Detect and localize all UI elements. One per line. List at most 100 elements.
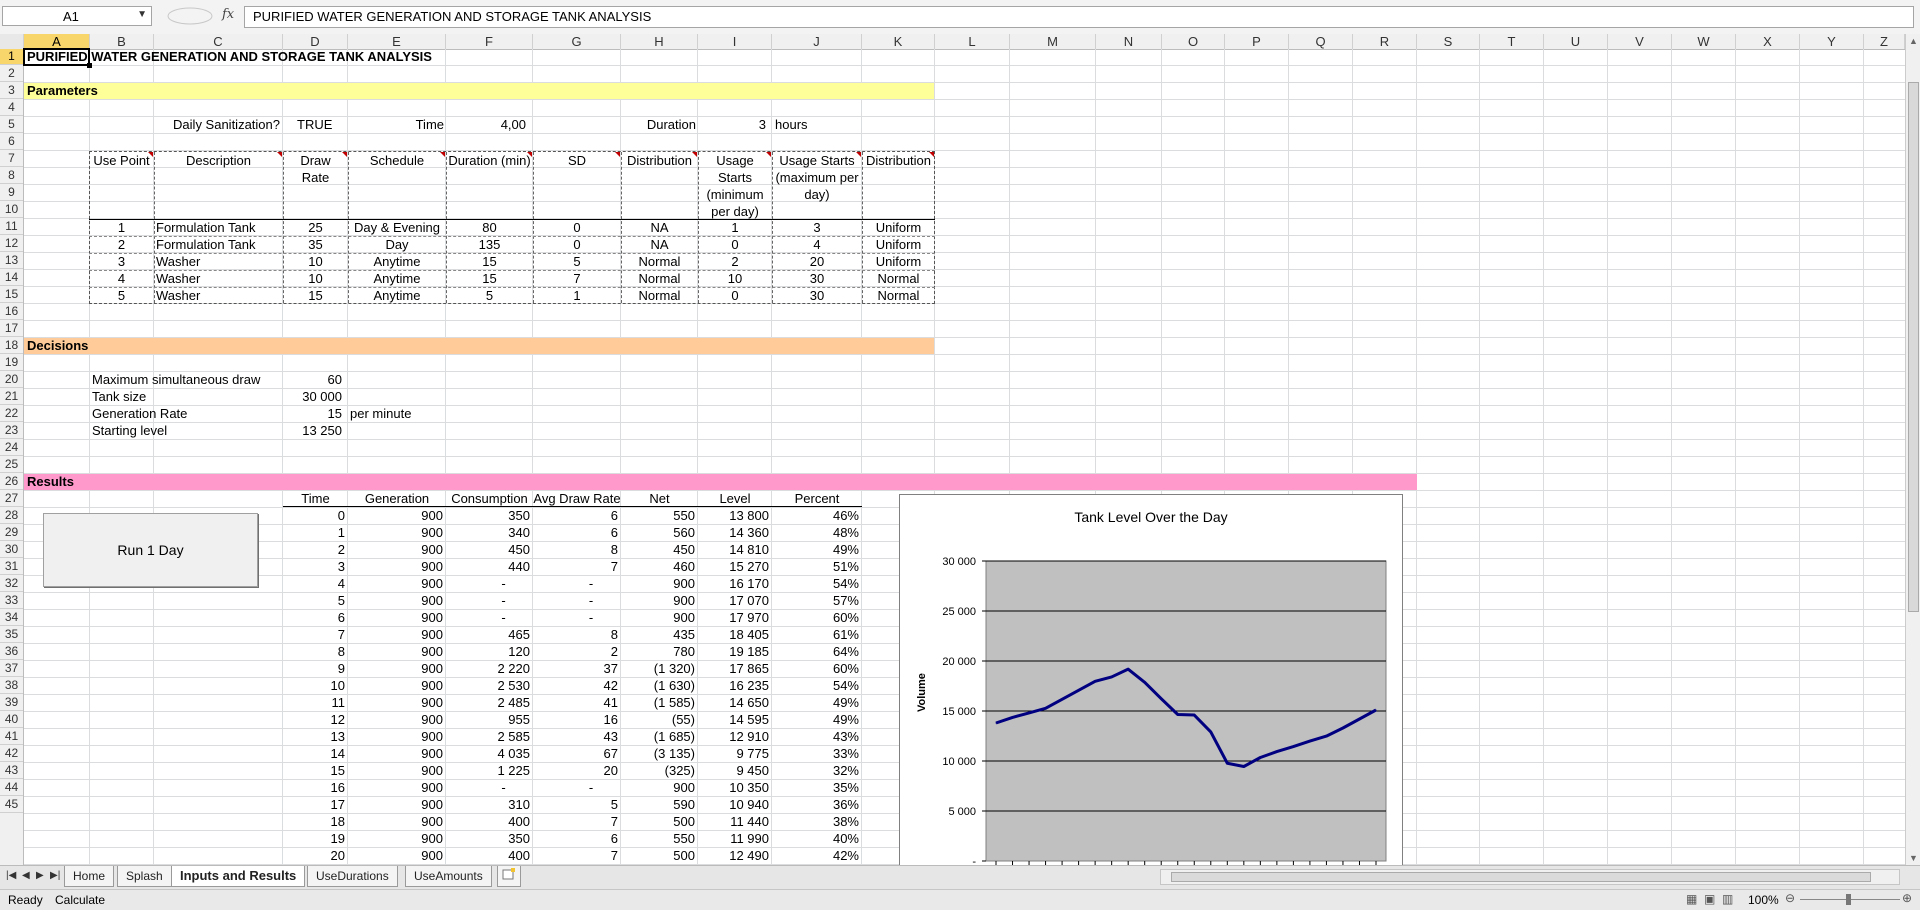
row-header-18[interactable]: 18 bbox=[0, 337, 23, 354]
table-cell-use-point[interactable]: 3 bbox=[89, 253, 154, 270]
results-cell-consumption[interactable]: - bbox=[446, 779, 533, 796]
table-cell-distribution2[interactable]: Normal bbox=[862, 287, 935, 304]
table-cell-usage-max[interactable]: 30 bbox=[772, 270, 862, 287]
col-header-c[interactable]: C bbox=[154, 34, 283, 49]
table-cell-distribution2[interactable]: Uniform bbox=[862, 253, 935, 270]
tab-useamounts[interactable]: UseAmounts bbox=[405, 866, 492, 887]
row-header-13[interactable]: 13 bbox=[0, 252, 23, 269]
col-header-s[interactable]: S bbox=[1417, 34, 1480, 49]
results-cell-avg-draw[interactable]: 41 bbox=[533, 694, 621, 711]
row-header-42[interactable]: 42 bbox=[0, 745, 23, 762]
results-cell-percent[interactable]: 54% bbox=[772, 575, 862, 592]
results-cell-level[interactable]: 12 910 bbox=[698, 728, 772, 745]
prev-sheet-icon[interactable]: ◀ bbox=[22, 870, 30, 881]
tank-level-chart[interactable]: Tank Level Over the Day -5 000 10 000 15 0… bbox=[899, 494, 1403, 876]
results-cell-level[interactable]: 14 650 bbox=[698, 694, 772, 711]
results-cell-level[interactable]: 12 490 bbox=[698, 847, 772, 864]
zoom-level[interactable]: 100% bbox=[1748, 893, 1779, 907]
horizontal-scroll-thumb[interactable] bbox=[1171, 872, 1871, 882]
results-cell-avg-draw[interactable]: 16 bbox=[533, 711, 621, 728]
comment-indicator-icon[interactable] bbox=[766, 152, 771, 157]
results-cell-time[interactable]: 5 bbox=[283, 592, 348, 609]
results-cell-time[interactable]: 1 bbox=[283, 524, 348, 541]
results-cell-consumption[interactable]: 120 bbox=[446, 643, 533, 660]
results-cell-level[interactable]: 19 185 bbox=[698, 643, 772, 660]
table-cell-description[interactable]: Formulation Tank bbox=[154, 236, 285, 253]
results-cell-generation[interactable]: 900 bbox=[348, 507, 446, 524]
results-cell-consumption[interactable]: - bbox=[446, 592, 533, 609]
table-cell-duration[interactable]: 15 bbox=[446, 253, 533, 270]
table-cell-draw-rate[interactable]: 15 bbox=[283, 287, 348, 304]
row-header-22[interactable]: 22 bbox=[0, 405, 23, 422]
results-cell-net[interactable]: 550 bbox=[621, 507, 698, 524]
results-cell-time[interactable]: 20 bbox=[283, 847, 348, 864]
row-header-34[interactable]: 34 bbox=[0, 609, 23, 626]
table-cell-description[interactable]: Formulation Tank bbox=[154, 219, 285, 236]
results-cell-consumption[interactable]: 955 bbox=[446, 711, 533, 728]
results-cell-consumption[interactable]: 400 bbox=[446, 847, 533, 864]
comment-indicator-icon[interactable] bbox=[277, 152, 282, 157]
results-cell-time[interactable]: 4 bbox=[283, 575, 348, 592]
table-cell-usage-min[interactable]: 1 bbox=[698, 219, 772, 236]
results-cell-time[interactable]: 10 bbox=[283, 677, 348, 694]
col-header-t[interactable]: T bbox=[1480, 34, 1544, 49]
results-cell-generation[interactable]: 900 bbox=[348, 830, 446, 847]
table-cell-duration[interactable]: 15 bbox=[446, 270, 533, 287]
results-cell-level[interactable]: 16 235 bbox=[698, 677, 772, 694]
results-cell-generation[interactable]: 900 bbox=[348, 779, 446, 796]
results-cell-consumption[interactable]: 350 bbox=[446, 507, 533, 524]
tab-home[interactable]: Home bbox=[64, 866, 115, 887]
results-cell-time[interactable]: 16 bbox=[283, 779, 348, 796]
results-cell-level[interactable]: 11 990 bbox=[698, 830, 772, 847]
results-cell-net[interactable]: (1 320) bbox=[621, 660, 698, 677]
results-cell-net[interactable]: 900 bbox=[621, 609, 698, 626]
row-header-1[interactable]: 1 bbox=[0, 49, 23, 65]
time-value[interactable]: 4,00 bbox=[446, 116, 526, 133]
table-cell-description[interactable]: Washer bbox=[154, 253, 285, 270]
results-cell-generation[interactable]: 900 bbox=[348, 711, 446, 728]
results-cell-net[interactable]: (325) bbox=[621, 762, 698, 779]
table-cell-duration[interactable]: 135 bbox=[446, 236, 533, 253]
results-cell-percent[interactable]: 35% bbox=[772, 779, 862, 796]
results-cell-net[interactable]: 590 bbox=[621, 796, 698, 813]
results-cell-level[interactable]: 10 350 bbox=[698, 779, 772, 796]
decision-value[interactable]: 13 250 bbox=[283, 422, 342, 439]
results-cell-time[interactable]: 6 bbox=[283, 609, 348, 626]
table-cell-duration[interactable]: 80 bbox=[446, 219, 533, 236]
col-header-l[interactable]: L bbox=[935, 34, 1010, 49]
col-header-o[interactable]: O bbox=[1162, 34, 1225, 49]
decision-value[interactable]: 60 bbox=[283, 371, 342, 388]
tab-usedurations[interactable]: UseDurations bbox=[307, 866, 398, 887]
results-cell-percent[interactable]: 42% bbox=[772, 847, 862, 864]
row-header-43[interactable]: 43 bbox=[0, 762, 23, 779]
col-header-f[interactable]: F bbox=[446, 34, 533, 49]
row-header-10[interactable]: 10 bbox=[0, 201, 23, 218]
insert-sheet-icon[interactable] bbox=[497, 866, 521, 887]
results-cell-net[interactable]: (1 630) bbox=[621, 677, 698, 694]
row-header-40[interactable]: 40 bbox=[0, 711, 23, 728]
results-cell-percent[interactable]: 43% bbox=[772, 728, 862, 745]
row-header-16[interactable]: 16 bbox=[0, 303, 23, 320]
comment-indicator-icon[interactable] bbox=[342, 152, 347, 157]
col-header-h[interactable]: H bbox=[621, 34, 698, 49]
col-header-k[interactable]: K bbox=[862, 34, 935, 49]
results-cell-consumption[interactable]: 310 bbox=[446, 796, 533, 813]
results-cell-generation[interactable]: 900 bbox=[348, 745, 446, 762]
results-cell-percent[interactable]: 49% bbox=[772, 541, 862, 558]
results-cell-consumption[interactable]: 400 bbox=[446, 813, 533, 830]
results-cell-avg-draw[interactable]: 43 bbox=[533, 728, 621, 745]
results-cell-avg-draw[interactable]: 8 bbox=[533, 626, 621, 643]
results-cell-avg-draw[interactable]: - bbox=[533, 575, 621, 592]
vertical-scrollbar[interactable]: ▲ ▼ bbox=[1905, 34, 1920, 865]
row-header-24[interactable]: 24 bbox=[0, 439, 23, 456]
results-cell-consumption[interactable]: - bbox=[446, 609, 533, 626]
comment-indicator-icon[interactable] bbox=[440, 152, 445, 157]
row-header-27[interactable]: 27 bbox=[0, 490, 23, 507]
results-cell-percent[interactable]: 32% bbox=[772, 762, 862, 779]
table-cell-draw-rate[interactable]: 35 bbox=[283, 236, 348, 253]
col-header-a[interactable]: A bbox=[24, 34, 90, 49]
status-calculate[interactable]: Calculate bbox=[55, 893, 105, 907]
results-cell-percent[interactable]: 40% bbox=[772, 830, 862, 847]
row-header-19[interactable]: 19 bbox=[0, 354, 23, 371]
table-cell-sd[interactable]: 0 bbox=[533, 219, 621, 236]
